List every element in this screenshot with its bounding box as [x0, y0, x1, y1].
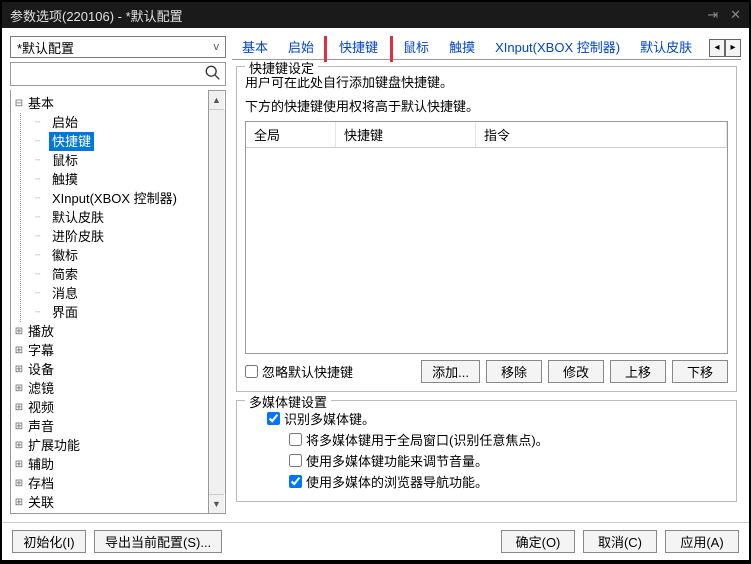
apply-button[interactable]: 应用(A) — [665, 530, 739, 553]
tree-node[interactable]: 字幕 — [25, 341, 57, 360]
tree-item[interactable]: 界面 — [49, 303, 81, 322]
expander-icon[interactable]: ⊞ — [13, 341, 25, 360]
tree-item[interactable]: 徽标 — [49, 246, 81, 265]
tab-hotkey[interactable]: 快捷键 — [324, 36, 393, 62]
tree-item[interactable]: 简索 — [49, 265, 81, 284]
tree-item[interactable]: 进阶皮肤 — [49, 227, 107, 246]
tree-node[interactable]: 视频 — [25, 398, 57, 417]
scrollbar-track[interactable] — [209, 110, 225, 494]
tree-item[interactable]: XInput(XBOX 控制器) — [49, 189, 180, 208]
expander-icon[interactable]: ⊞ — [13, 493, 25, 512]
column-command[interactable]: 指令 — [476, 122, 727, 147]
tree-node[interactable]: 滤镜 — [25, 379, 57, 398]
browser-nav-label: 使用多媒体的浏览器导航功能。 — [306, 472, 488, 491]
recognize-label: 识别多媒体键。 — [284, 409, 375, 428]
hotkey-legend: 快捷键设定 — [245, 60, 318, 77]
scroll-up-icon[interactable]: ▲ — [209, 91, 224, 110]
tree-node[interactable]: 存档 — [25, 474, 57, 493]
tree-node[interactable]: 辅助 — [25, 455, 57, 474]
recognize-checkbox-row[interactable]: 识别多媒体键。 — [245, 409, 728, 428]
use-visible-checkbox[interactable] — [289, 454, 302, 467]
scroll-down-icon[interactable]: ▼ — [209, 494, 224, 513]
tab-start[interactable]: 启始 — [278, 36, 324, 62]
expander-icon[interactable]: ⊞ — [13, 360, 25, 379]
close-icon[interactable]: ✕ — [730, 7, 741, 23]
expander-icon[interactable]: ⊞ — [13, 512, 25, 514]
remove-button[interactable]: 移除 — [486, 360, 542, 383]
tab-scroll-right-icon[interactable]: ▸ — [725, 39, 741, 57]
expander-icon[interactable]: ⊟ — [13, 94, 25, 113]
search-icon[interactable] — [204, 64, 222, 82]
ignore-default-label: 忽略默认快捷键 — [262, 362, 353, 381]
tabs: 基本 启始 快捷键 鼠标 触摸 XInput(XBOX 控制器) 默认皮肤 进 — [232, 36, 705, 62]
ignore-default-checkbox[interactable] — [245, 365, 258, 378]
export-button[interactable]: 导出当前配置(S)... — [94, 530, 222, 553]
tab-more[interactable]: 进 — [702, 36, 705, 62]
tab-basic[interactable]: 基本 — [232, 36, 278, 62]
use-global-label: 将多媒体键用于全局窗口(识别任意焦点)。 — [306, 430, 549, 449]
help-text-2: 下方的快捷键使用权将高于默认快捷键。 — [245, 97, 728, 117]
global-checkbox-row[interactable]: 将多媒体键用于全局窗口(识别任意焦点)。 — [245, 430, 728, 449]
expander-icon[interactable]: ⊞ — [13, 436, 25, 455]
expander-icon[interactable]: ⊞ — [13, 455, 25, 474]
tab-scroll-left-icon[interactable]: ◂ — [709, 39, 725, 57]
tab-xinput[interactable]: XInput(XBOX 控制器) — [485, 36, 630, 62]
bottom-bar: 初始化(I) 导出当前配置(S)... 确定(O) 取消(C) 应用(A) — [2, 522, 749, 560]
hotkey-table[interactable]: 全局 快捷键 指令 — [245, 121, 728, 354]
category-tree[interactable]: ⊟ 基本 ┈启始 ┈快捷键 ┈鼠标 ┈触摸 ┈XInput(XBOX 控制器) … — [10, 90, 209, 514]
use-visible-label: 使用多媒体键功能来调节音量。 — [306, 451, 488, 470]
tree-item[interactable]: 消息 — [49, 284, 81, 303]
expander-icon[interactable]: ⊞ — [13, 417, 25, 436]
tree-item-hotkey[interactable]: 快捷键 — [49, 132, 94, 151]
move-down-button[interactable]: 下移 — [672, 360, 728, 383]
init-button[interactable]: 初始化(I) — [12, 530, 86, 553]
titlebar: 参数选项(220106) - *默认配置 ⇥ ✕ — [2, 2, 749, 28]
window-title: 参数选项(220106) - *默认配置 — [10, 6, 707, 25]
add-button[interactable]: 添加... — [421, 360, 480, 383]
tree-item[interactable]: 触摸 — [49, 170, 81, 189]
tree-item[interactable]: 默认皮肤 — [49, 208, 107, 227]
tree-item[interactable]: 启始 — [49, 113, 81, 132]
tree-node[interactable]: 扩展功能 — [25, 436, 83, 455]
tree-node[interactable]: 关联 — [25, 493, 57, 512]
pin-icon[interactable]: ⇥ — [707, 7, 718, 23]
search-input[interactable] — [10, 62, 226, 86]
multimedia-legend: 多媒体键设置 — [245, 392, 331, 411]
tree-node[interactable]: 声音 — [25, 417, 57, 436]
tree-node[interactable]: 设备 — [25, 360, 57, 379]
column-global[interactable]: 全局 — [246, 122, 336, 147]
ok-button[interactable]: 确定(O) — [501, 530, 575, 553]
use-global-checkbox[interactable] — [289, 433, 302, 446]
tree-node-basic[interactable]: 基本 — [25, 94, 57, 113]
visible-checkbox-row[interactable]: 使用多媒体键功能来调节音量。 — [245, 451, 728, 470]
expander-icon[interactable]: ⊞ — [13, 474, 25, 493]
profile-combo[interactable]: *默认配置 — [10, 36, 226, 58]
tab-touch[interactable]: 触摸 — [439, 36, 485, 62]
edit-button[interactable]: 修改 — [548, 360, 604, 383]
multimedia-settings-group: 多媒体键设置 识别多媒体键。 将多媒体键用于全局窗口(识别任意焦点)。 使用多媒… — [236, 400, 737, 502]
profile-combo-value: *默认配置 — [17, 38, 74, 57]
tab-default-skin[interactable]: 默认皮肤 — [630, 36, 702, 62]
tree-node[interactable]: 配置 — [25, 512, 57, 514]
column-hotkey[interactable]: 快捷键 — [336, 122, 476, 147]
expander-icon[interactable]: ⊞ — [13, 379, 25, 398]
browser-nav-checkbox[interactable] — [289, 475, 302, 488]
tree-item[interactable]: 鼠标 — [49, 151, 81, 170]
tree-node[interactable]: 播放 — [25, 322, 57, 341]
move-up-button[interactable]: 上移 — [610, 360, 666, 383]
browser-nav-checkbox-row[interactable]: 使用多媒体的浏览器导航功能。 — [245, 472, 728, 491]
tab-mouse[interactable]: 鼠标 — [393, 36, 439, 62]
ignore-default-checkbox-row[interactable]: 忽略默认快捷键 — [245, 362, 353, 381]
expander-icon[interactable]: ⊞ — [13, 322, 25, 341]
hotkey-settings-group: 快捷键设定 用户可在此处自行添加键盘快捷键。 下方的快捷键使用权将高于默认快捷键… — [236, 66, 737, 392]
cancel-button[interactable]: 取消(C) — [583, 530, 657, 553]
recognize-checkbox[interactable] — [267, 412, 280, 425]
expander-icon[interactable]: ⊞ — [13, 398, 25, 417]
